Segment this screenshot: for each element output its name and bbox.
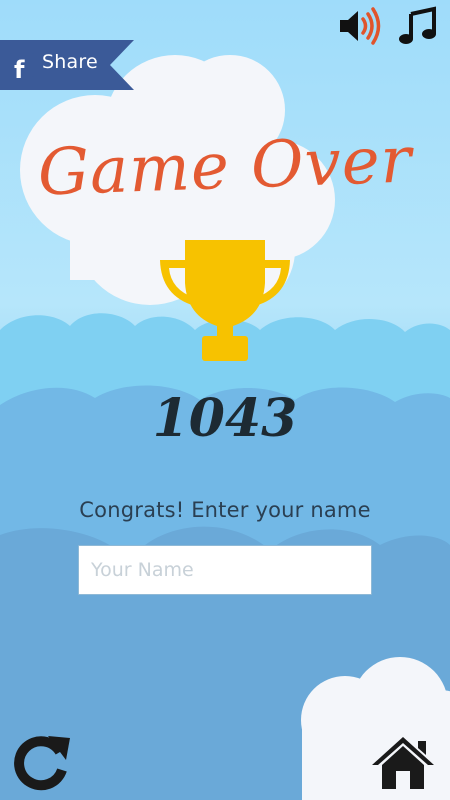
trophy-icon [160, 240, 290, 361]
speaker-icon[interactable] [336, 6, 384, 46]
facebook-icon: f [14, 56, 25, 84]
enter-name-prompt: Congrats! Enter your name [79, 498, 371, 522]
home-icon[interactable] [370, 733, 436, 791]
name-input[interactable] [78, 545, 372, 595]
game-over-title: Game Over [36, 123, 414, 211]
game-over-screen: f Share Game Over 1043 Congrats! Enter y… [0, 0, 450, 800]
music-note-icon[interactable] [398, 6, 438, 46]
score-value: 1043 [152, 388, 298, 449]
restart-icon[interactable] [10, 730, 72, 792]
share-label: Share [42, 51, 98, 73]
facebook-share-button[interactable]: f Share [0, 40, 134, 90]
